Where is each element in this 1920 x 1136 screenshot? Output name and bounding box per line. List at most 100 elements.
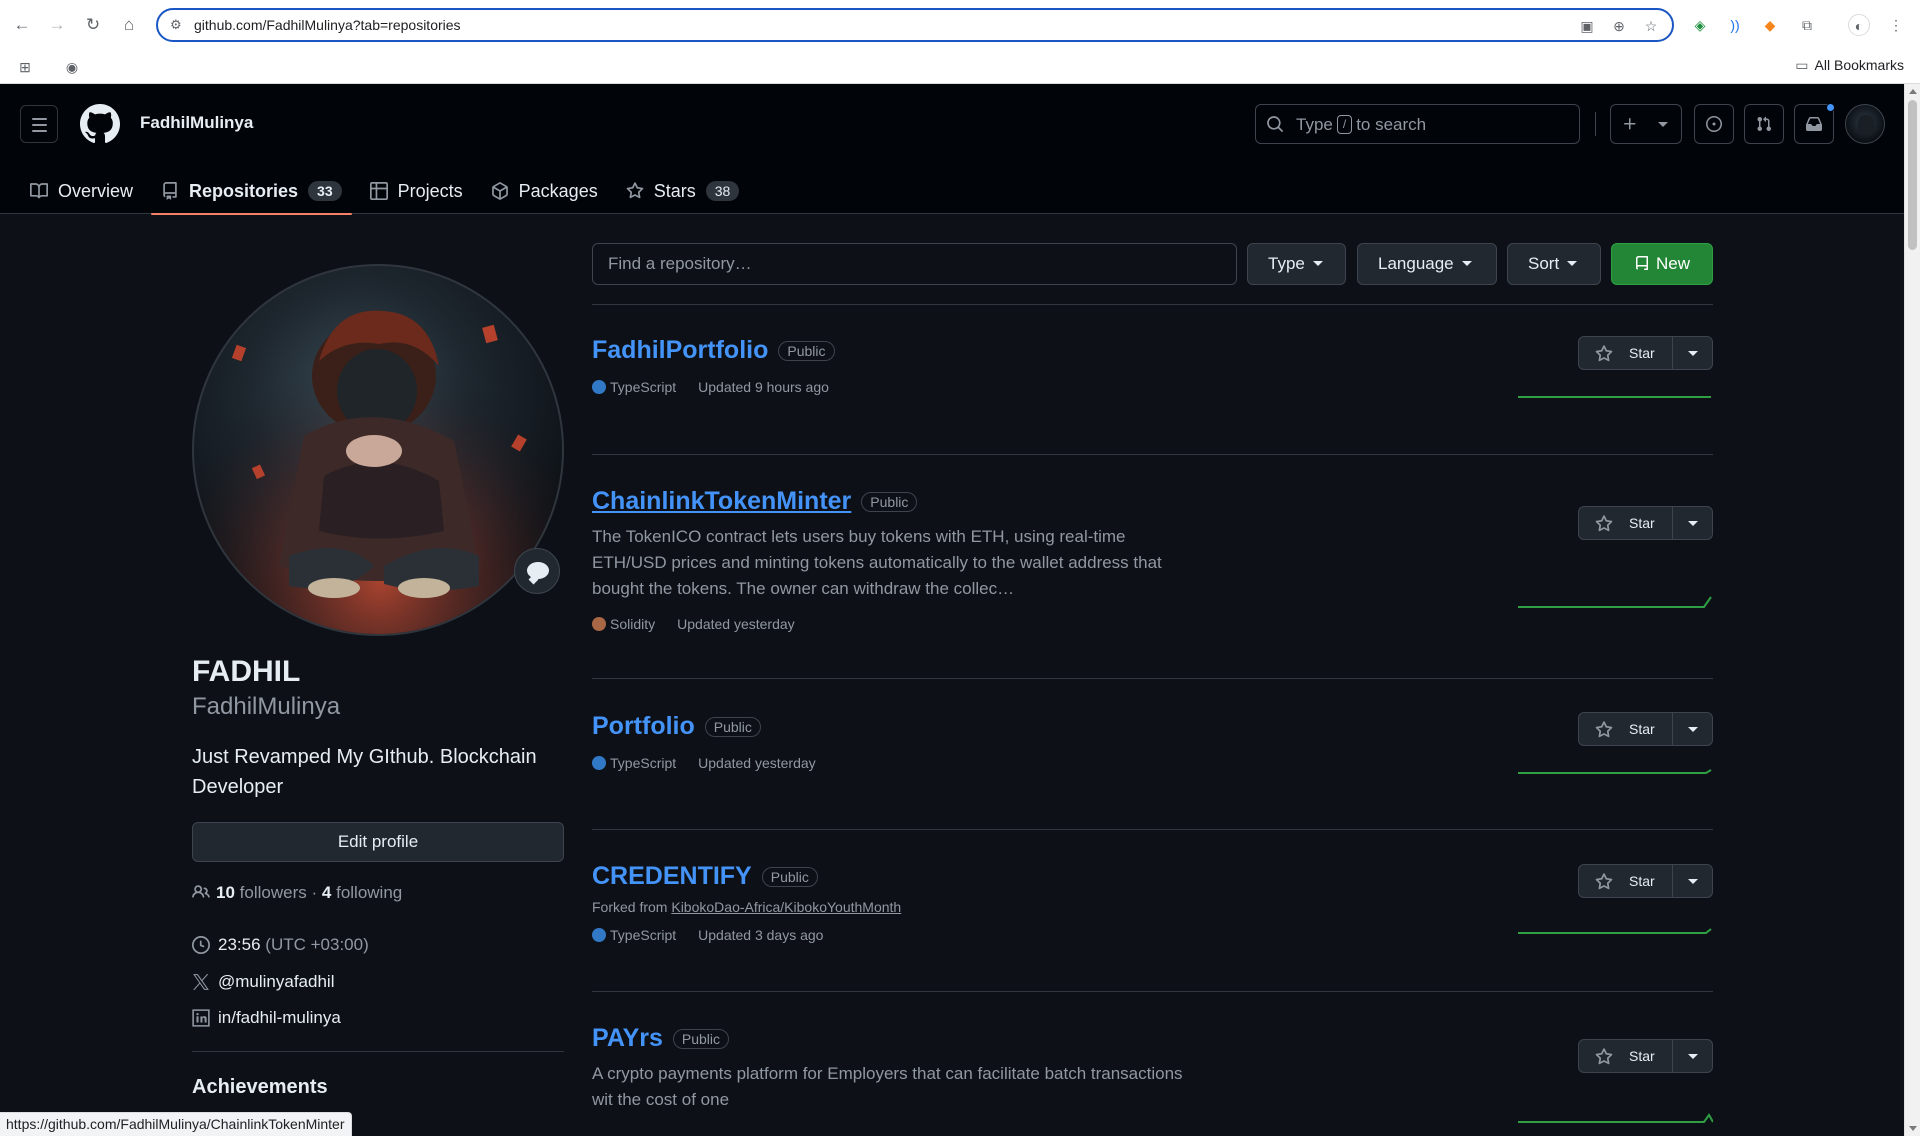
- globe-icon[interactable]: ◉: [62, 57, 82, 77]
- star-button[interactable]: Star: [1579, 865, 1673, 897]
- star-icon: [626, 182, 644, 199]
- pull-requests-button[interactable]: [1744, 104, 1784, 144]
- repo-name-link[interactable]: FadhilPortfolio: [592, 336, 768, 365]
- browser-chrome: ← → ↻ ⌂ ⚙ github.com/FadhilMulinya?tab=r…: [0, 0, 1920, 84]
- tab-stars[interactable]: Stars 38: [616, 168, 750, 214]
- extensions-puzzle-icon[interactable]: ⧉: [1796, 14, 1818, 36]
- repo-item: Portfolio Public TypeScript Updated yester…: [592, 712, 1713, 774]
- linkedin-link[interactable]: in/fadhil-mulinya: [192, 1008, 341, 1028]
- star-button[interactable]: Star: [1579, 713, 1673, 745]
- apps-grid-icon[interactable]: ⊞: [15, 57, 35, 77]
- status-button[interactable]: [514, 548, 560, 594]
- find-repository-input[interactable]: [592, 243, 1237, 285]
- forward-icon[interactable]: →: [45, 13, 69, 37]
- sort-filter-button[interactable]: Sort: [1507, 243, 1601, 285]
- install-app-icon[interactable]: ▣: [1578, 17, 1596, 35]
- profile-name: FADHIL: [192, 655, 301, 688]
- fork-source-link[interactable]: KibokoDao-Africa/KibokoYouthMonth: [671, 899, 901, 915]
- extension-wave-icon[interactable]: )): [1724, 14, 1746, 36]
- menu-button[interactable]: [20, 105, 58, 143]
- star-list-dropdown[interactable]: [1674, 713, 1712, 745]
- activity-sparkline: [1518, 396, 1711, 398]
- repo-name-link[interactable]: PAYrs: [592, 1024, 663, 1053]
- star-list-dropdown[interactable]: [1674, 865, 1712, 897]
- back-icon[interactable]: ←: [10, 13, 34, 37]
- create-new-button[interactable]: [1610, 104, 1682, 144]
- tab-repositories[interactable]: Repositories 33: [151, 168, 352, 215]
- profile-avatar[interactable]: [192, 264, 564, 636]
- language-filter-button[interactable]: Language: [1357, 243, 1497, 285]
- repo-item: ChainlinkTokenMinter Public The TokenICO …: [592, 487, 1713, 632]
- scroll-down-icon[interactable]: [1909, 1126, 1917, 1131]
- star-icon: [1595, 515, 1613, 532]
- page-scrollbar[interactable]: [1904, 84, 1920, 1136]
- package-icon: [491, 182, 508, 200]
- reload-icon[interactable]: ↻: [81, 13, 105, 37]
- user-avatar[interactable]: [1845, 104, 1885, 144]
- repo-description: The TokenICO contract lets users buy tok…: [592, 527, 1162, 598]
- list-divider: [592, 304, 1713, 305]
- find-repository-field[interactable]: [593, 244, 1236, 284]
- tab-overview[interactable]: Overview: [20, 168, 143, 214]
- pull-request-icon: [1757, 116, 1772, 132]
- header-divider: [1595, 112, 1596, 136]
- search-input[interactable]: Type / to search: [1255, 104, 1580, 144]
- tab-packages[interactable]: Packages: [481, 168, 608, 214]
- star-list-dropdown[interactable]: [1674, 1040, 1712, 1072]
- search-placeholder: Type / to search: [1296, 115, 1427, 134]
- repo-item: CREDENTIFY Public Forked from KibokoDao-A…: [592, 862, 1713, 943]
- star-list-dropdown[interactable]: [1674, 507, 1712, 539]
- chevron-down-icon: [1567, 261, 1578, 266]
- sidebar-divider: [192, 1051, 564, 1052]
- star-button-group: Star: [1578, 864, 1713, 898]
- activity-sparkline: [1518, 928, 1712, 934]
- edit-profile-button[interactable]: Edit profile: [192, 822, 564, 862]
- inbox-icon: [1806, 117, 1822, 131]
- followers-link[interactable]: 10 followers: [216, 883, 307, 902]
- zoom-icon[interactable]: ⊕: [1610, 17, 1628, 35]
- folder-icon: ▭: [1795, 57, 1809, 73]
- list-divider: [592, 678, 1713, 679]
- star-button[interactable]: Star: [1579, 507, 1673, 539]
- following-link[interactable]: 4 following: [322, 883, 402, 902]
- header-username[interactable]: FadhilMulinya: [140, 113, 253, 133]
- chevron-down-icon: [1688, 521, 1698, 526]
- plus-icon: [1624, 118, 1636, 130]
- follow-stats: 10 followers · 4 following: [192, 883, 402, 903]
- menu-dots-icon[interactable]: ⋮: [1885, 14, 1907, 36]
- star-button[interactable]: Star: [1579, 337, 1673, 369]
- list-divider: [592, 991, 1713, 992]
- bookmark-star-icon[interactable]: ☆: [1642, 17, 1660, 35]
- scrollbar-thumb[interactable]: [1908, 100, 1917, 250]
- site-info-icon[interactable]: ⚙: [170, 17, 186, 33]
- scroll-up-icon[interactable]: [1909, 89, 1917, 94]
- profile-icon[interactable]: ◐: [1848, 14, 1870, 36]
- extension-shield-icon[interactable]: ◈: [1689, 14, 1711, 36]
- activity-sparkline: [1518, 596, 1712, 608]
- linkedin-icon: [192, 1009, 210, 1027]
- star-icon: [1595, 1048, 1613, 1065]
- local-time: 23:56 (UTC +03:00): [192, 935, 369, 955]
- twitter-link[interactable]: @mulinyafadhil: [192, 972, 334, 992]
- tab-projects[interactable]: Projects: [360, 168, 473, 214]
- all-bookmarks[interactable]: ▭ All Bookmarks: [1795, 57, 1904, 74]
- metamask-icon[interactable]: ◆: [1759, 14, 1781, 36]
- issues-button[interactable]: [1694, 104, 1734, 144]
- address-bar[interactable]: ⚙ github.com/FadhilMulinya?tab=repositor…: [156, 8, 1674, 42]
- repo-name-link[interactable]: Portfolio: [592, 712, 695, 741]
- profile-login: FadhilMulinya: [192, 693, 341, 720]
- repo-icon: [1635, 256, 1648, 270]
- repo-name-link[interactable]: ChainlinkTokenMinter: [592, 487, 851, 516]
- home-icon[interactable]: ⌂: [117, 13, 141, 37]
- star-button-group: Star: [1578, 336, 1713, 370]
- language-color-dot: [592, 380, 606, 394]
- star-button-group: Star: [1578, 506, 1713, 540]
- star-button[interactable]: Star: [1579, 1040, 1673, 1072]
- language-color-dot: [592, 756, 606, 770]
- type-filter-button[interactable]: Type: [1247, 243, 1346, 285]
- star-list-dropdown[interactable]: [1674, 337, 1712, 369]
- repo-name-link[interactable]: CREDENTIFY: [592, 862, 752, 891]
- visibility-badge: Public: [672, 1028, 730, 1049]
- new-repository-button[interactable]: New: [1611, 243, 1713, 285]
- github-logo-icon[interactable]: [80, 104, 120, 144]
